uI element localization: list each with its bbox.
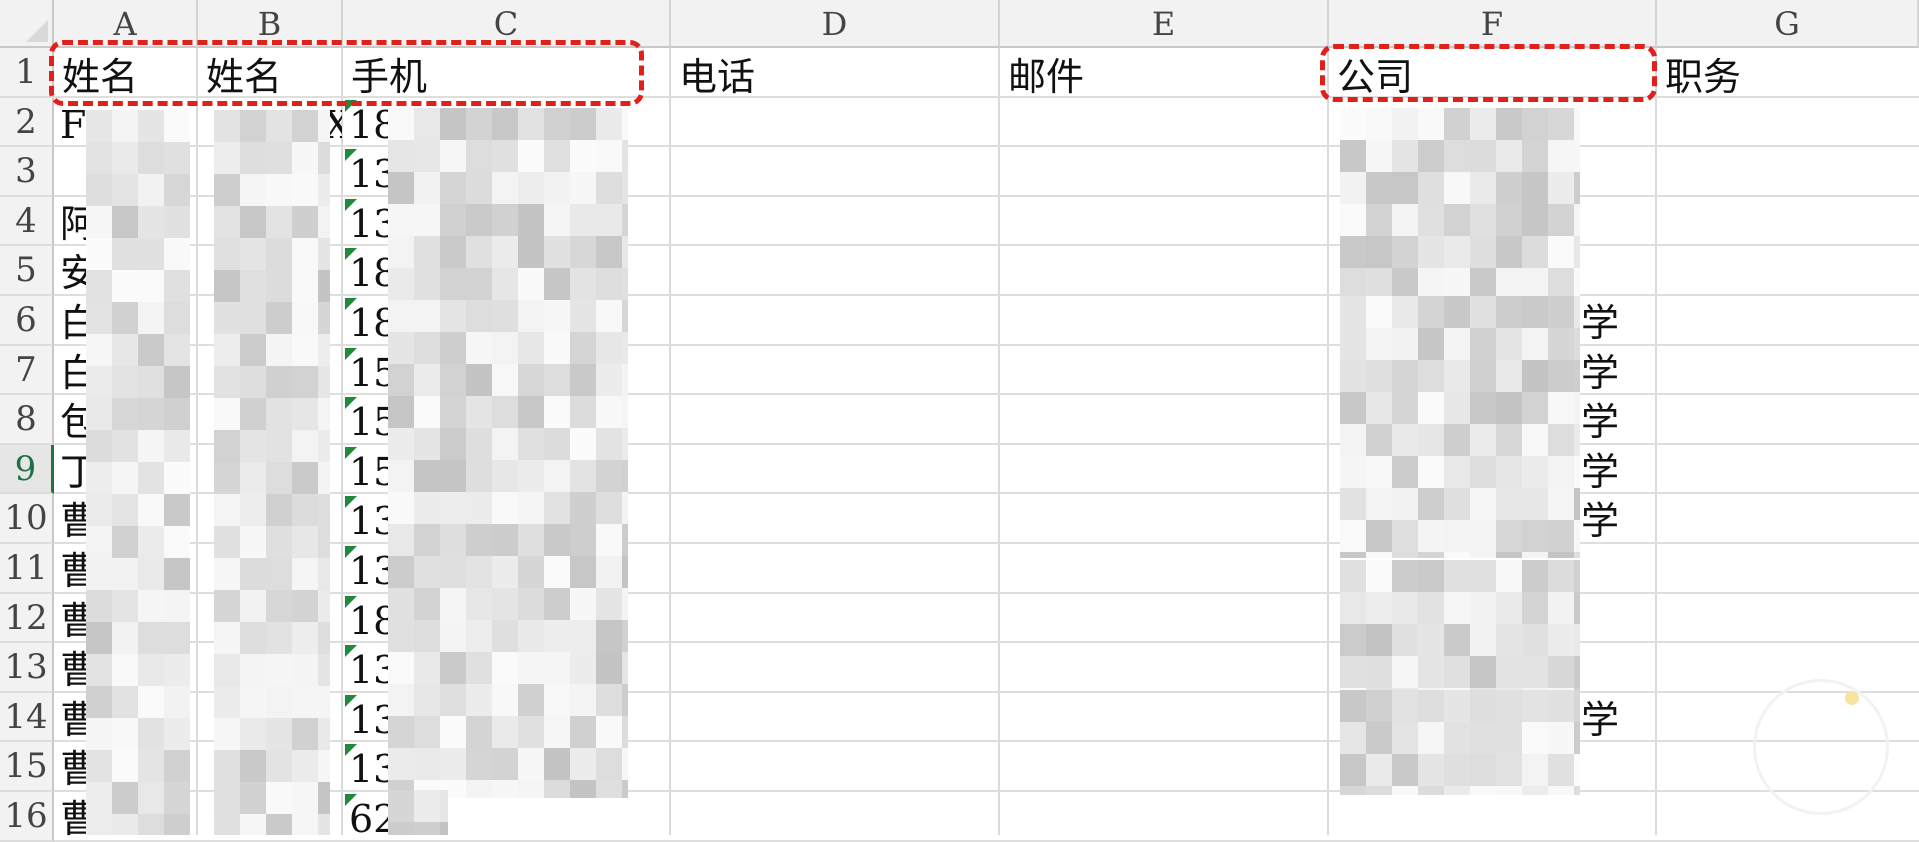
blur-mosaic-company-bottom [1340, 690, 1580, 795]
watermark-logo [1753, 679, 1889, 815]
cell-a2[interactable]: F [60, 100, 86, 148]
blur-mosaic-name-a [86, 110, 190, 835]
header-cell-d[interactable]: 电话 [679, 52, 755, 100]
row-header-15[interactable]: 15 [0, 742, 54, 792]
select-all-corner[interactable] [0, 0, 54, 48]
col-gridline [669, 48, 671, 835]
column-header-e[interactable]: E [1000, 0, 1329, 48]
column-header-d[interactable]: D [671, 0, 1000, 48]
column-header-f[interactable]: F [1329, 0, 1657, 48]
spreadsheet[interactable]: ABCDEFG 1 2 3 4 5 6 7 8 9 10 11 12 13 14 15 16 姓名 姓名 手机 电话… [0, 0, 1919, 842]
row-header-11[interactable]: 11 [0, 544, 54, 594]
header-cell-e[interactable]: 邮件 [1008, 52, 1084, 100]
row-gridline [54, 442, 1919, 445]
col-gridline [196, 48, 198, 835]
row-header-2[interactable]: 2 [0, 97, 54, 148]
col-gridline [341, 48, 343, 835]
cell-f10-suffix[interactable]: 学 [1581, 496, 1619, 544]
row-header-7[interactable]: 7 [0, 345, 54, 396]
blur-mosaic-company-top [1340, 108, 1580, 298]
row-gridline [54, 492, 1919, 495]
blur-mosaic-phone [388, 108, 628, 798]
row-gridline [54, 740, 1919, 743]
row-header-6[interactable]: 6 [0, 296, 54, 346]
highlight-box-company [1320, 44, 1657, 102]
row-gridline [54, 194, 1919, 197]
col-gridline [998, 48, 1000, 835]
cell-f6-suffix[interactable]: 学 [1581, 298, 1619, 346]
blur-mosaic-company-mid [1340, 296, 1580, 558]
cell-f9-suffix[interactable]: 学 [1581, 447, 1619, 495]
highlight-box-name-phone [49, 40, 644, 106]
row-header-8[interactable]: 8 [0, 395, 54, 445]
blur-mosaic-name-b [214, 110, 330, 835]
row-header-12[interactable]: 12 [0, 593, 54, 644]
select-all-triangle-icon [26, 20, 48, 42]
row-gridline [54, 641, 1919, 644]
row-gridline [54, 244, 1919, 247]
row-header-14[interactable]: 14 [0, 692, 54, 743]
row-gridline [54, 591, 1919, 594]
row-header-5[interactable]: 5 [0, 246, 54, 296]
header-cell-g[interactable]: 职务 [1665, 52, 1741, 100]
row-header-10[interactable]: 10 [0, 494, 54, 544]
blur-mosaic-phone-16 [388, 790, 448, 835]
row-gridline [54, 343, 1919, 346]
column-header-g[interactable]: G [1657, 0, 1919, 48]
row-header-13[interactable]: 13 [0, 643, 54, 693]
cell-f14-suffix[interactable]: 学 [1581, 695, 1619, 743]
cell-f8-suffix[interactable]: 学 [1581, 397, 1619, 445]
cell-f7-suffix[interactable]: 学 [1581, 348, 1619, 396]
col-gridline [1655, 48, 1657, 835]
row-header-4[interactable]: 4 [0, 196, 54, 247]
col-gridline [1327, 48, 1329, 835]
watermark-dot [1845, 691, 1859, 705]
row-header-16[interactable]: 16 [0, 792, 54, 842]
row-header-1[interactable]: 1 [0, 48, 54, 98]
row-header-9[interactable]: 9 [0, 444, 54, 495]
row-gridline [54, 393, 1919, 396]
row-gridline [54, 690, 1919, 693]
row-gridline [54, 790, 1919, 792]
row-gridline [54, 294, 1919, 296]
row-gridline [54, 542, 1919, 544]
row-gridline [54, 839, 1919, 842]
row-header-3[interactable]: 3 [0, 147, 54, 197]
blur-mosaic-company-low [1340, 560, 1580, 690]
